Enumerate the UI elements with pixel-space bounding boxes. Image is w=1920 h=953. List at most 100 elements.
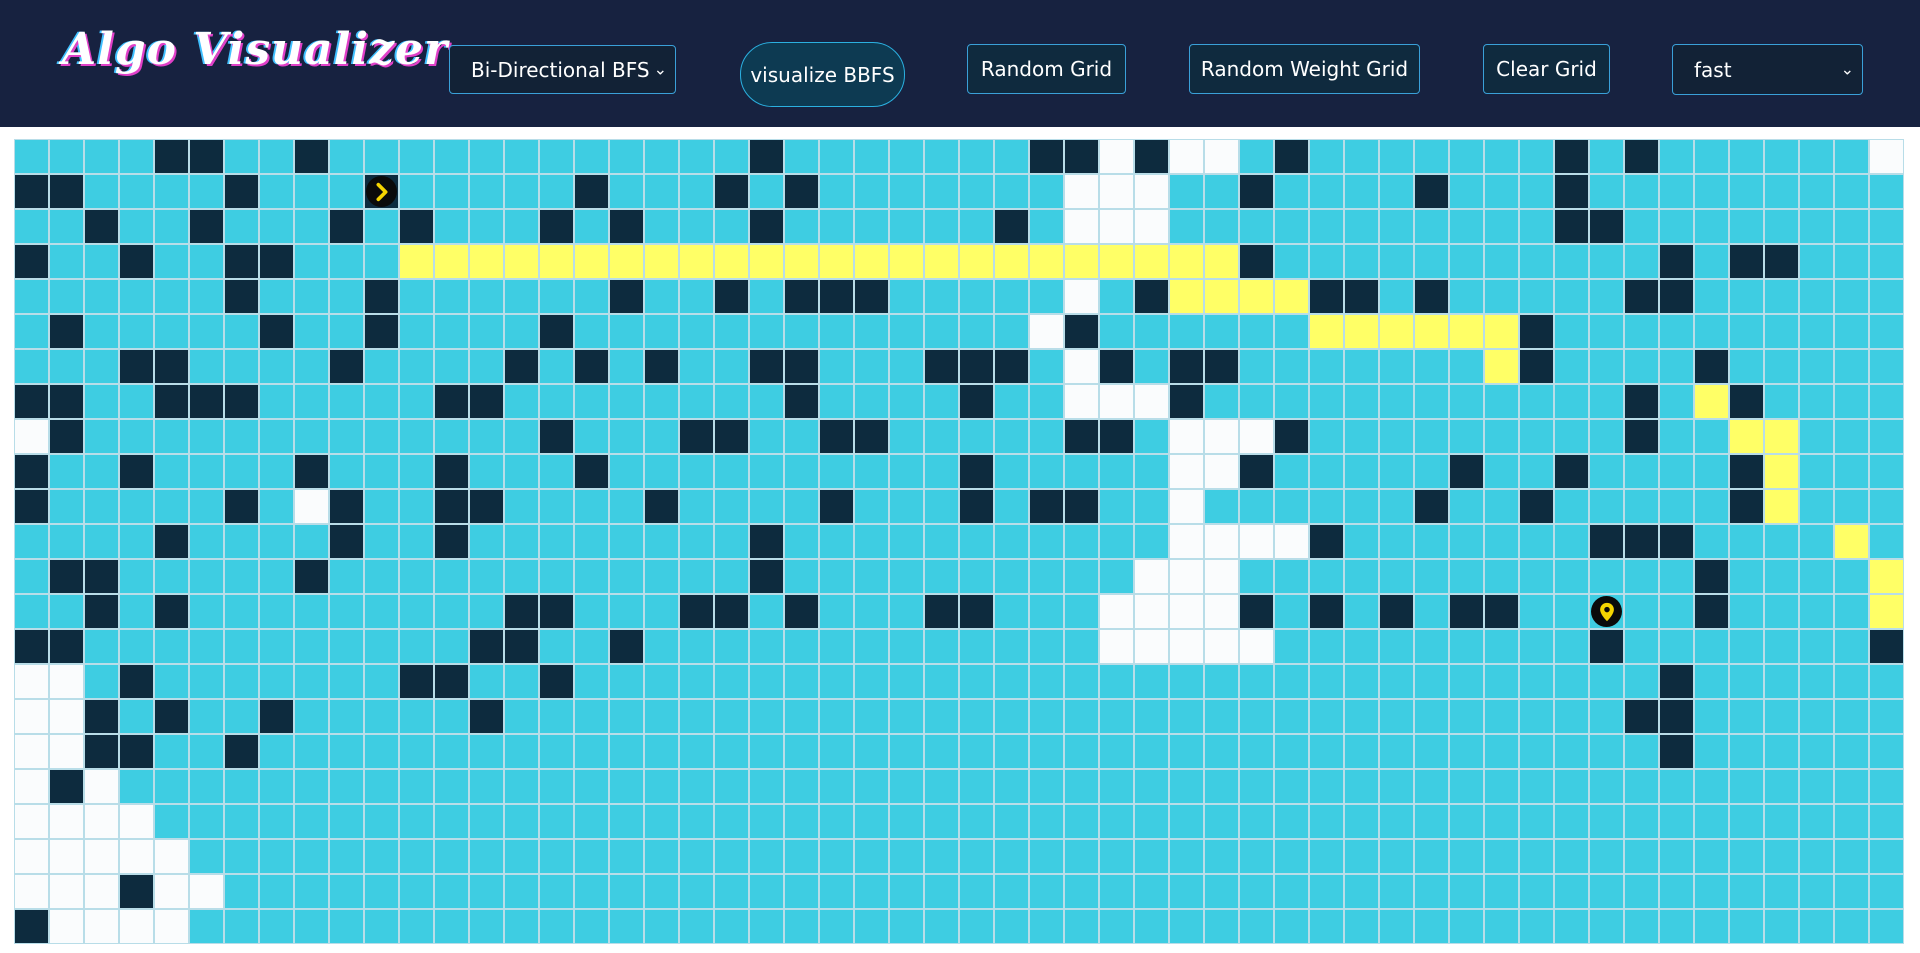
grid-cell-wall[interactable] [785,595,818,628]
grid-cell-unvisited[interactable] [575,595,608,628]
grid-cell-wall[interactable] [1695,350,1728,383]
grid-cell-visited[interactable] [50,910,83,943]
grid-cell-unvisited[interactable] [1730,560,1763,593]
grid-cell-unvisited[interactable] [505,560,538,593]
grid-cell-unvisited[interactable] [1345,875,1378,908]
grid-cell-wall[interactable] [1310,280,1343,313]
grid-cell-unvisited[interactable] [890,665,923,698]
grid-cell-unvisited[interactable] [1030,175,1063,208]
grid-cell-unvisited[interactable] [1520,210,1553,243]
grid-cell-unvisited[interactable] [505,665,538,698]
grid-cell-wall[interactable] [435,525,468,558]
grid-cell-unvisited[interactable] [715,525,748,558]
grid-cell-visited[interactable] [1100,175,1133,208]
grid-cell-unvisited[interactable] [610,700,643,733]
grid-cell-unvisited[interactable] [610,560,643,593]
grid-cell-unvisited[interactable] [400,525,433,558]
grid-cell-path[interactable] [1345,315,1378,348]
grid-cell-unvisited[interactable] [1835,665,1868,698]
grid-cell-unvisited[interactable] [1555,560,1588,593]
grid-cell-unvisited[interactable] [260,280,293,313]
grid-cell-unvisited[interactable] [1415,735,1448,768]
grid-cell-unvisited[interactable] [890,490,923,523]
grid-cell-path[interactable] [785,245,818,278]
grid-cell-unvisited[interactable] [1590,700,1623,733]
grid-cell-unvisited[interactable] [1870,280,1903,313]
grid-cell-unvisited[interactable] [575,805,608,838]
grid-cell-unvisited[interactable] [295,770,328,803]
grid-cell-unvisited[interactable] [1765,140,1798,173]
grid-cell-unvisited[interactable] [680,280,713,313]
grid-cell-unvisited[interactable] [470,280,503,313]
grid-cell-unvisited[interactable] [1730,735,1763,768]
grid-cell-visited[interactable] [1170,455,1203,488]
grid-cell-unvisited[interactable] [1485,910,1518,943]
grid-cell-unvisited[interactable] [890,840,923,873]
grid-cell-wall[interactable] [1275,140,1308,173]
grid-cell-visited[interactable] [1205,595,1238,628]
grid-cell-unvisited[interactable] [1030,840,1063,873]
grid-cell-unvisited[interactable] [505,420,538,453]
grid-cell-unvisited[interactable] [855,805,888,838]
grid-cell-unvisited[interactable] [1345,805,1378,838]
grid-cell-unvisited[interactable] [1800,245,1833,278]
grid-cell-unvisited[interactable] [1765,210,1798,243]
grid-cell-unvisited[interactable] [1590,910,1623,943]
grid-cell-unvisited[interactable] [295,175,328,208]
grid-cell-unvisited[interactable] [1520,245,1553,278]
grid-cell-unvisited[interactable] [610,805,643,838]
grid-cell-unvisited[interactable] [1240,350,1273,383]
grid-cell-unvisited[interactable] [1835,245,1868,278]
grid-cell-path[interactable] [1485,315,1518,348]
grid-cell-unvisited[interactable] [995,665,1028,698]
grid-cell-unvisited[interactable] [505,700,538,733]
grid-cell-wall[interactable] [715,175,748,208]
grid-cell-wall[interactable] [50,420,83,453]
grid-cell-unvisited[interactable] [120,525,153,558]
grid-cell-wall[interactable] [960,455,993,488]
grid-cell-path[interactable] [715,245,748,278]
grid-cell-unvisited[interactable] [925,315,958,348]
grid-cell-path[interactable] [400,245,433,278]
grid-cell-unvisited[interactable] [1590,735,1623,768]
grid-cell-unvisited[interactable] [1695,175,1728,208]
grid-cell-unvisited[interactable] [995,315,1028,348]
grid-cell-unvisited[interactable] [1625,350,1658,383]
grid-cell-unvisited[interactable] [1800,630,1833,663]
grid-cell-unvisited[interactable] [1450,140,1483,173]
grid-cell-unvisited[interactable] [1380,735,1413,768]
grid-cell-wall[interactable] [225,245,258,278]
random-weight-grid-button[interactable]: Random Weight Grid [1189,44,1420,94]
grid-cell-wall[interactable] [1240,245,1273,278]
grid-cell-unvisited[interactable] [925,385,958,418]
grid-cell-unvisited[interactable] [50,245,83,278]
grid-cell-unvisited[interactable] [470,665,503,698]
grid-cell-unvisited[interactable] [1625,805,1658,838]
grid-cell-unvisited[interactable] [1800,805,1833,838]
grid-cell-unvisited[interactable] [1310,910,1343,943]
grid-cell-visited[interactable] [15,700,48,733]
grid-cell-unvisited[interactable] [260,140,293,173]
grid-cell-unvisited[interactable] [365,840,398,873]
grid-cell-unvisited[interactable] [1450,735,1483,768]
grid-cell-unvisited[interactable] [1100,700,1133,733]
grid-cell-unvisited[interactable] [260,490,293,523]
grid-cell-wall[interactable] [785,175,818,208]
grid-cell-unvisited[interactable] [1555,910,1588,943]
grid-cell-unvisited[interactable] [1275,910,1308,943]
grid-cell-unvisited[interactable] [1345,140,1378,173]
grid-cell-wall[interactable] [155,350,188,383]
grid-cell-unvisited[interactable] [890,315,923,348]
grid-cell-unvisited[interactable] [1030,385,1063,418]
grid-cell-unvisited[interactable] [1240,700,1273,733]
grid-cell-unvisited[interactable] [1660,420,1693,453]
grid-cell-unvisited[interactable] [400,490,433,523]
grid-cell-visited[interactable] [1170,560,1203,593]
grid-cell-unvisited[interactable] [1240,210,1273,243]
grid-cell-wall[interactable] [1100,350,1133,383]
grid-cell-unvisited[interactable] [1765,735,1798,768]
grid-cell-unvisited[interactable] [610,385,643,418]
grid-cell-wall[interactable] [400,665,433,698]
grid-cell-unvisited[interactable] [190,315,223,348]
grid-cell-unvisited[interactable] [1100,805,1133,838]
